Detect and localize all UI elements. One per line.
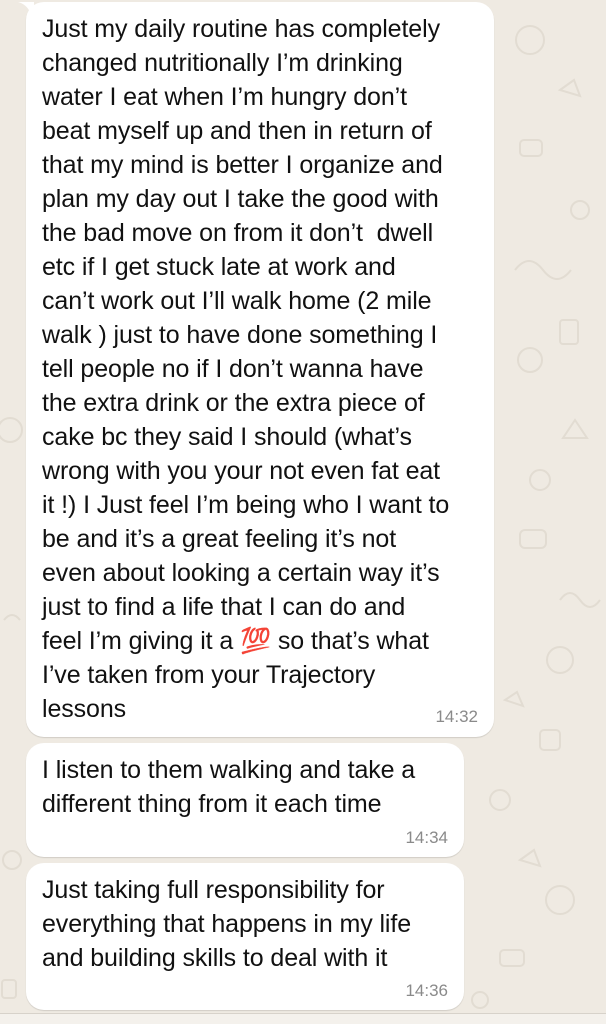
message-line: changed nutritionally I’m drinking [42,49,403,77]
message-line: feel I’m giving it a 💯 so that’s what [42,627,429,655]
message-bubble[interactable]: I listen to them walking and take a diff… [26,743,464,857]
message-line: just to find a life that I can do and [42,593,406,621]
message-line: walk ) just to have done something I [42,321,438,349]
message-line: etc if I get stuck late at work and [42,253,396,281]
message-line: everything that happens in my life [42,910,412,938]
message-line: water I eat when I’m hungry don’t [42,83,407,111]
message-line: beat myself up and then in return of [42,117,432,145]
message-line: Just my daily routine has completely [42,15,440,43]
message-line: plan my day out I take the good with [42,185,439,213]
message-text: I listen to them walking and take a diff… [42,753,415,821]
message-line: the extra drink or the extra piece of [42,389,425,417]
message-bubble[interactable]: Just my daily routine has completely cha… [18,2,494,737]
message-line: it !) I Just feel I’m being who I want t… [42,491,450,519]
message-line: different thing from it each time [42,790,382,818]
message-line: lessons [42,695,127,723]
message-line: the bad move on from it don’t dwell [42,219,434,247]
message-text: Just my daily routine has completely cha… [42,12,449,726]
message-line: I listen to them walking and take a [42,756,416,784]
message-text: Just taking full responsibility for ever… [42,873,411,975]
message-line: even about looking a certain way it’s [42,559,440,587]
message-timestamp: 14:34 [405,828,448,847]
chat-thread[interactable]: Just my daily routine has completely cha… [0,0,606,1024]
message-timestamp: 14:32 [435,707,478,726]
message-line: can’t work out I’ll walk home (2 mile [42,287,432,315]
message-line: and building skills to deal with it [42,944,388,972]
message-line: wrong with you your not even fat eat [42,457,441,485]
bubble-tail-icon [18,2,34,18]
message-line: I’ve taken from your Trajectory [42,661,376,689]
message-line: be and it’s a great feeling it’s not [42,525,397,553]
message-line: tell people no if I don’t wanna have [42,355,424,383]
message-line: cake bc they said I should (what’s [42,423,412,451]
message-bubble[interactable]: Just taking full responsibility for ever… [26,863,464,1010]
message-line: Just taking full responsibility for [42,876,385,904]
composer-bar-edge [0,1013,606,1024]
message-line: that my mind is better I organize and [42,151,443,179]
message-timestamp: 14:36 [405,981,448,1000]
